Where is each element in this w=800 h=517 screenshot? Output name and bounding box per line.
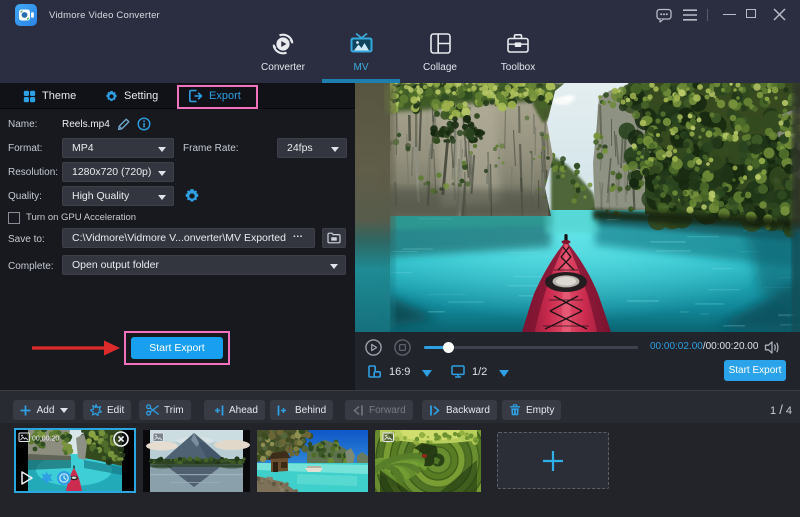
- svg-text:00:00:20: 00:00:20: [32, 436, 59, 443]
